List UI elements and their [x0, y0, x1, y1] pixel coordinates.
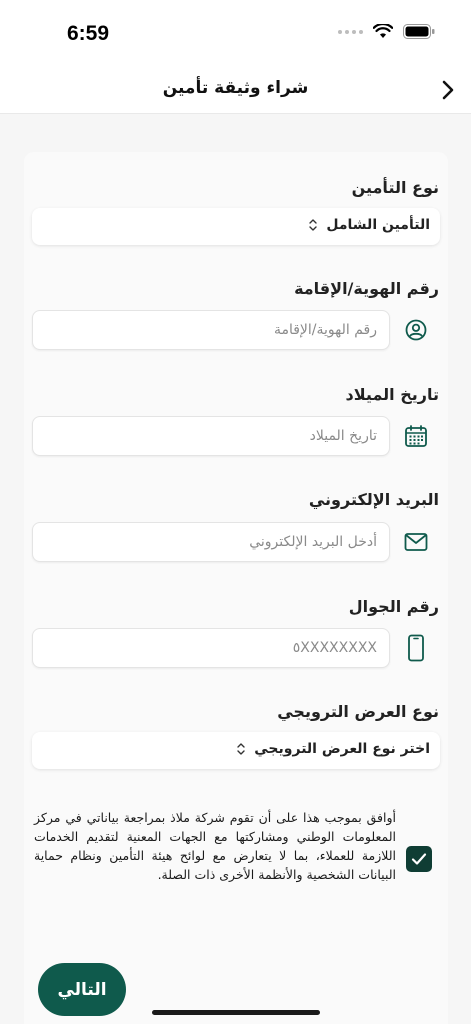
cellular-signal-icon: [338, 29, 363, 34]
navigation-bar: شراء وثيقة تأمين: [0, 68, 471, 114]
promo-type-value: اختر نوع العرض الترويجي: [254, 741, 430, 757]
birth-date-input[interactable]: تاريخ الميلاد: [32, 416, 390, 456]
calendar-icon: [392, 416, 440, 456]
battery-icon: [403, 24, 435, 39]
insurance-type-select[interactable]: التأمين الشامل: [32, 208, 440, 245]
status-bar: 6:59: [0, 0, 471, 68]
status-time: 6:59: [67, 22, 110, 45]
home-indicator: [152, 1010, 320, 1015]
promo-type-select[interactable]: اختر نوع العرض الترويجي: [32, 732, 440, 769]
birth-date-placeholder: تاريخ الميلاد: [309, 428, 377, 444]
birth-date-label: تاريخ الميلاد: [345, 385, 439, 404]
insurance-type-label: نوع التأمين: [351, 178, 439, 197]
mobile-phone-icon: [392, 628, 440, 668]
birth-date-group: تاريخ الميلاد: [32, 416, 440, 456]
consent-checkbox[interactable]: [406, 846, 432, 872]
checkmark-icon: [411, 853, 427, 865]
wifi-icon: [373, 24, 393, 38]
user-circle-icon: [392, 310, 440, 350]
mobile-input[interactable]: ٥XXXXXXXX: [32, 628, 390, 668]
consent-section: أوافق بموجب هذا على أن تقوم شركة ملاذ بم…: [32, 808, 440, 908]
mobile-label: رقم الجوال: [348, 597, 439, 616]
envelope-icon: [392, 522, 440, 562]
id-number-placeholder: رقم الهوية/الإقامة: [273, 322, 377, 338]
consent-text: أوافق بموجب هذا على أن تقوم شركة ملاذ بم…: [34, 810, 396, 882]
id-number-label: رقم الهوية/الإقامة: [294, 279, 439, 298]
email-input[interactable]: أدخل البريد الإلكتروني: [32, 522, 390, 562]
email-placeholder: أدخل البريد الإلكتروني: [249, 534, 377, 550]
chevron-right-icon[interactable]: [437, 78, 459, 102]
email-group: أدخل البريد الإلكتروني: [32, 522, 440, 562]
mobile-placeholder: ٥XXXXXXXX: [292, 640, 377, 656]
id-number-input[interactable]: رقم الهوية/الإقامة: [32, 310, 390, 350]
status-indicators: [338, 24, 435, 39]
next-button[interactable]: التالي: [38, 963, 126, 1016]
mobile-group: ٥XXXXXXXX: [32, 628, 440, 668]
page-title: شراء وثيقة تأمين: [162, 78, 309, 98]
chevron-up-down-icon: [309, 219, 318, 231]
id-number-group: رقم الهوية/الإقامة: [32, 310, 440, 350]
promo-type-label: نوع العرض الترويجي: [277, 702, 439, 721]
email-label: البريد الإلكتروني: [308, 490, 439, 509]
insurance-type-value: التأمين الشامل: [326, 217, 430, 233]
chevron-up-down-icon: [237, 743, 245, 755]
